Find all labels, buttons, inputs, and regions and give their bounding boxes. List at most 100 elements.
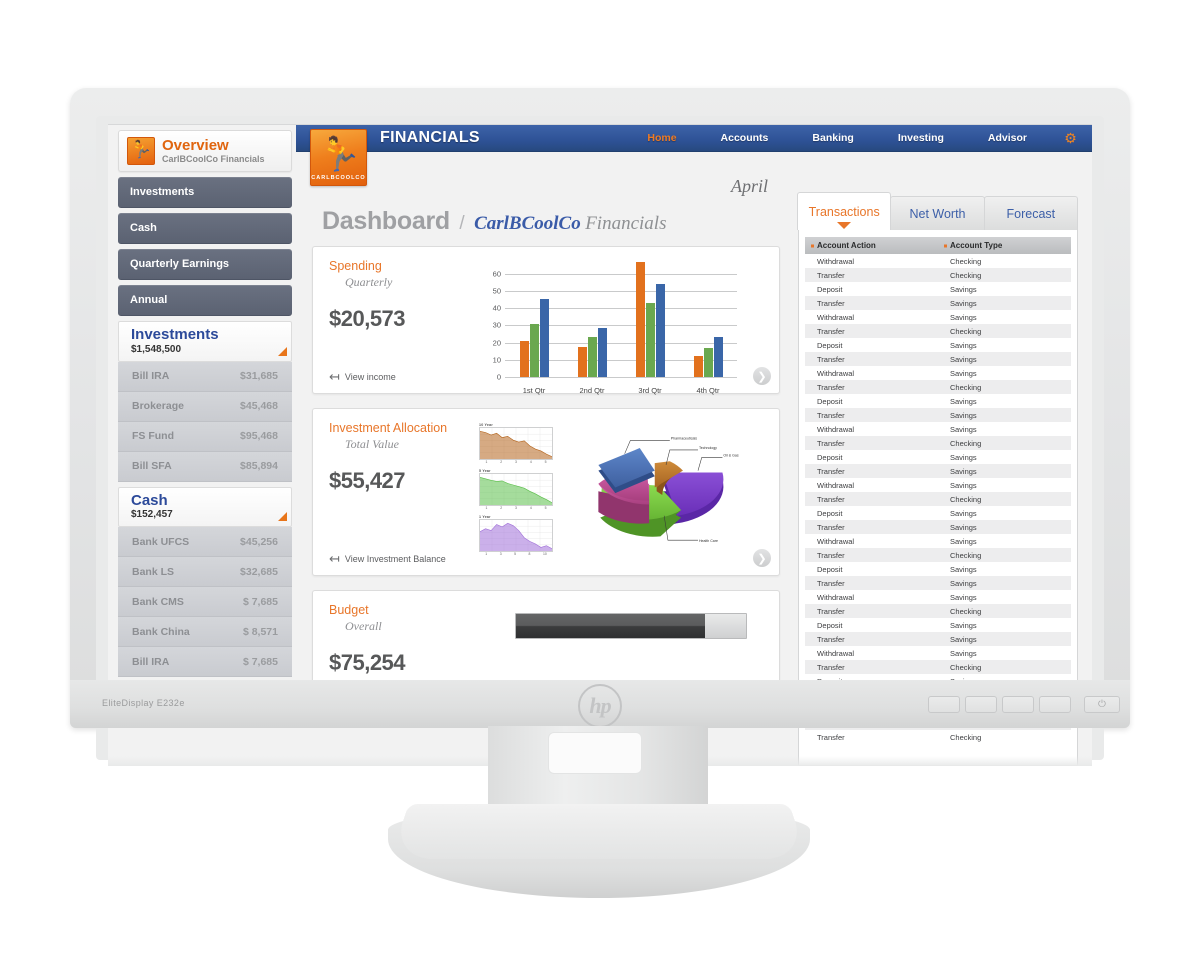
nav-link-accounts[interactable]: Accounts	[699, 132, 791, 144]
table-row[interactable]: Transfer Checking	[805, 548, 1071, 562]
gear-icon[interactable]: ⚙	[1063, 131, 1078, 146]
chart-bar	[597, 327, 607, 377]
table-row[interactable]: Withdrawal Savings	[805, 478, 1071, 492]
chart-y-tick-label: 0	[496, 372, 501, 382]
chart-bar-group	[563, 265, 621, 377]
tab-label: Transactions	[808, 204, 880, 219]
table-row[interactable]: Deposit Savings	[805, 338, 1071, 352]
spending-card[interactable]: Spending Quarterly $20,573 ↤ View income…	[312, 246, 780, 397]
table-row[interactable]: Deposit Savings	[805, 394, 1071, 408]
sparkline-x-tick-label: 10	[542, 552, 547, 556]
table-row[interactable]: Withdrawal Savings	[805, 422, 1071, 436]
list-item[interactable]: Bank LS $32,685	[118, 557, 292, 587]
sparkline-x-ticks: 1 3 5 8 10	[479, 552, 553, 556]
sidebar-header-subtitle: CarlBCoolCo Financials	[162, 153, 265, 164]
table-row[interactable]: Transfer Checking	[805, 660, 1071, 674]
arrow-right-icon[interactable]: ❯	[753, 367, 771, 385]
sidebar-group-cash[interactable]: Cash $152,457	[118, 486, 292, 527]
table-row[interactable]: TransferSavings	[805, 632, 1071, 646]
sidebar-item-quarterly-earnings[interactable]: Quarterly Earnings	[118, 249, 292, 280]
account-label: Brokerage	[132, 400, 184, 412]
tab-transactions[interactable]: Transactions	[797, 192, 892, 230]
spending-bar-chart: 0 10 20 30 40 50 60 1st Qtr 2nd Qtr 3rd Qtr 4th Q…	[479, 259, 741, 397]
osd-button-4[interactable]	[1039, 696, 1071, 713]
card-title: Investment Allocation	[329, 421, 448, 435]
sidebar-item-investments[interactable]: Investments	[118, 177, 292, 208]
cell-account-action: Deposit	[817, 564, 843, 574]
table-row[interactable]: TransferSavings	[805, 408, 1071, 422]
table-row[interactable]: Deposit Savings	[805, 562, 1071, 576]
table-row[interactable]: TransferSavings	[805, 576, 1071, 590]
cell-account-action: Transfer	[805, 520, 938, 534]
nav-link-advisor[interactable]: Advisor	[966, 132, 1049, 144]
table-row[interactable]: Transfer Checking	[805, 268, 1071, 282]
table-row[interactable]: Transfer Checking	[805, 730, 1071, 744]
account-amount: $31,685	[240, 370, 278, 382]
table-row[interactable]: TransferSavings	[805, 352, 1071, 366]
table-row[interactable]: Transfer Checking	[805, 324, 1071, 338]
sparkline-x-tick-label: 3	[515, 506, 517, 510]
nav-link-investing[interactable]: Investing	[876, 132, 966, 144]
group-total: $1,548,500	[131, 343, 182, 355]
tab-forecast[interactable]: Forecast	[983, 196, 1078, 230]
table-row[interactable]: Transfer Checking	[805, 380, 1071, 394]
transactions-table: Account Action Account Type Withdrawal Ch…	[805, 237, 1071, 744]
power-button[interactable]: ⏻	[1084, 696, 1120, 713]
list-item[interactable]: FS Fund $95,468	[118, 421, 292, 452]
table-row[interactable]: Transfer Checking	[805, 604, 1071, 618]
chart-x-tick-label: 2nd Qtr	[579, 386, 605, 395]
view-income-link[interactable]: ↤ View income	[329, 370, 479, 383]
cell-account-action: Transfer	[805, 436, 938, 450]
column-header-account-action[interactable]: Account Action	[805, 237, 938, 254]
table-row[interactable]: Deposit Savings	[805, 506, 1071, 520]
nav-link-home[interactable]: Home	[625, 132, 698, 144]
osd-button-3[interactable]	[1002, 696, 1034, 713]
list-item[interactable]: Bank UFCS $45,256	[118, 527, 292, 557]
table-row[interactable]: Transfer Checking	[805, 436, 1071, 450]
card-subtitle: Overall	[345, 619, 382, 633]
table-row[interactable]: Withdrawal Savings	[805, 646, 1071, 660]
table-row[interactable]: Withdrawal Savings	[805, 310, 1071, 324]
list-item[interactable]: Bill IRA $31,685	[118, 361, 292, 392]
list-item[interactable]: Bank CMS $ 7,685	[118, 587, 292, 617]
table-row[interactable]: Withdrawal Savings	[805, 366, 1071, 380]
tab-active-caret-icon	[837, 222, 852, 229]
osd-button-2[interactable]	[965, 696, 997, 713]
sidebar-group-investments[interactable]: Investments $1,548,500	[118, 321, 292, 362]
card-title: Budget	[329, 603, 369, 617]
table-row[interactable]: Withdrawal Savings	[805, 590, 1071, 604]
chart-bar	[529, 324, 539, 377]
chart-bar	[655, 283, 665, 377]
table-row[interactable]: TransferSavings	[805, 520, 1071, 534]
osd-button-1[interactable]	[928, 696, 960, 713]
list-item[interactable]: Bill SFA $85,894	[118, 451, 292, 482]
list-item[interactable]: Bill IRA $ 7,685	[118, 647, 292, 677]
investment-allocation-card[interactable]: Investment Allocation Total Value $55,42…	[312, 408, 780, 576]
view-investment-balance-link[interactable]: ↤ View Investment Balance	[329, 552, 479, 565]
table-row[interactable]: Withdrawal Savings	[805, 534, 1071, 548]
table-row[interactable]: Transfer Checking	[805, 492, 1071, 506]
table-row[interactable]: Withdrawal Checking	[805, 254, 1071, 268]
column-header-account-type[interactable]: Account Type	[938, 237, 1071, 254]
list-item[interactable]: Bank China $ 8,571	[118, 617, 292, 647]
sidebar-item-cash[interactable]: Cash	[118, 213, 292, 244]
table-row[interactable]: TransferSavings	[805, 464, 1071, 478]
table-row[interactable]: Deposit Savings	[805, 618, 1071, 632]
tab-net-worth[interactable]: Net Worth	[890, 196, 985, 230]
table-row[interactable]: Deposit Savings	[805, 450, 1071, 464]
table-row[interactable]: Deposit Savings	[805, 282, 1071, 296]
pie-label-health-care: Health Care	[699, 539, 718, 543]
list-item[interactable]: Brokerage $45,468	[118, 391, 292, 422]
cell-account-action: Withdrawal	[817, 368, 855, 378]
brand-tile-logo[interactable]: 🏃 CARLBCOOLCO	[310, 129, 367, 186]
page-title: Dashboard / CarlBCoolCo Financials	[310, 203, 782, 246]
arrow-right-icon[interactable]: ❯	[753, 549, 771, 567]
sparkline-x-tick-label: 2	[500, 506, 503, 510]
sidebar-item-annual[interactable]: Annual	[118, 285, 292, 316]
table-row[interactable]: TransferSavings	[805, 296, 1071, 310]
chart-x-tick-label: 1st Qtr	[522, 386, 546, 395]
cell-account-type: Savings	[950, 424, 977, 434]
chart-gridline	[505, 377, 737, 378]
sidebar-header[interactable]: 🏃 Overview CarlBCoolCo Financials	[118, 130, 292, 172]
nav-link-banking[interactable]: Banking	[790, 132, 875, 144]
